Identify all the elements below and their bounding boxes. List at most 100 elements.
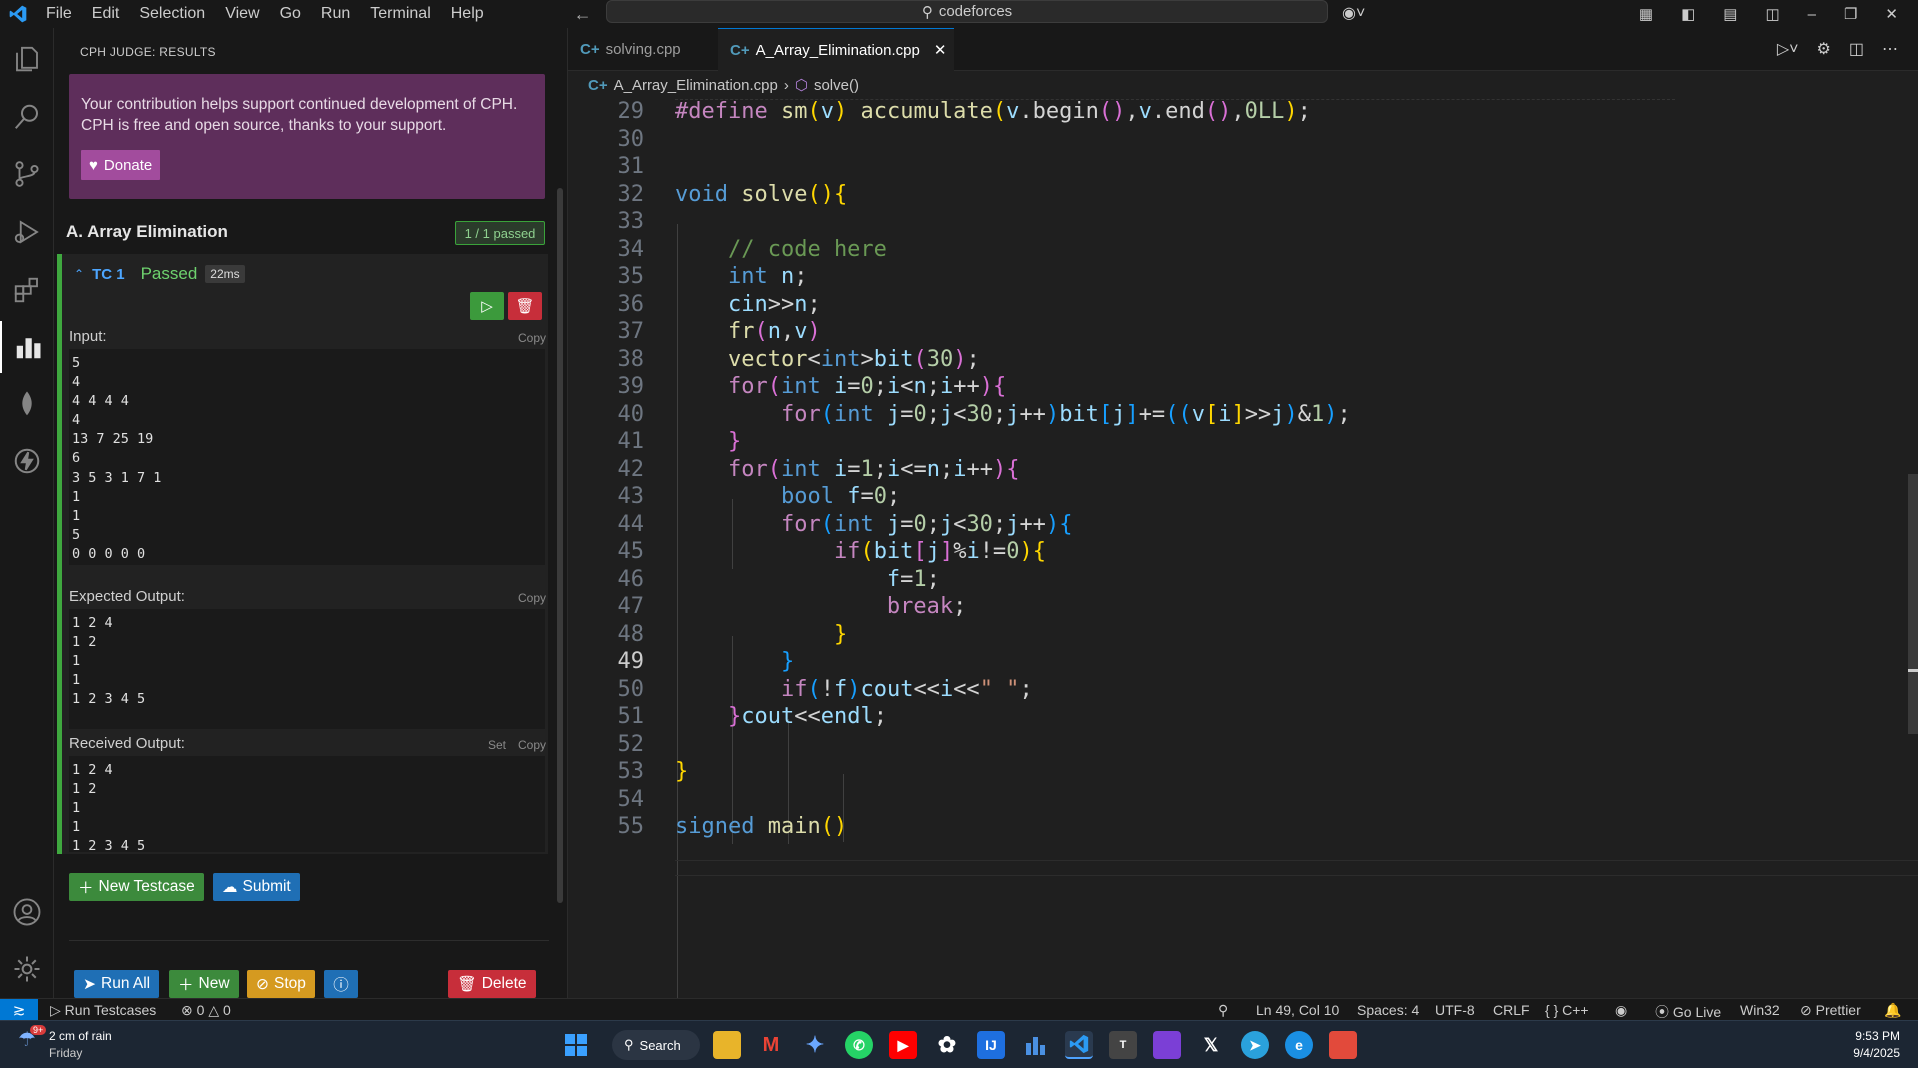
language-mode[interactable]: { } C++ [1545, 1002, 1589, 1018]
info-button[interactable]: ⓘ [324, 970, 358, 998]
youtube-icon[interactable]: ▶ [889, 1031, 917, 1059]
cph-judge-icon[interactable] [0, 321, 54, 373]
remote-indicator-icon[interactable]: ≳ [0, 999, 38, 1021]
layout-customize-icon[interactable]: ▦ [1639, 5, 1653, 23]
prettier-status[interactable]: ⊘ Prettier [1800, 1002, 1861, 1019]
line-number[interactable]: 29 [568, 99, 645, 124]
windows-start-icon[interactable] [562, 1031, 590, 1059]
line-number[interactable]: 54 [568, 787, 645, 812]
snipping-tool-icon[interactable] [1329, 1031, 1357, 1059]
chatgpt-icon[interactable]: ✿ [933, 1031, 961, 1059]
menu-view[interactable]: View [215, 5, 269, 22]
menu-run[interactable]: Run [311, 5, 360, 22]
whatsapp-icon[interactable]: ✆ [845, 1031, 873, 1059]
line-number[interactable]: 34 [568, 237, 645, 262]
code-line[interactable]: if(!f)cout<<i<<" "; [675, 677, 1033, 702]
copy-input-button[interactable]: Copy [518, 331, 546, 345]
code-line[interactable]: bool f=0; [675, 484, 900, 509]
stop-button[interactable]: ⊘ Stop [247, 970, 315, 998]
line-number[interactable]: 39 [568, 374, 645, 399]
cursor-position[interactable]: Ln 49, Col 10 [1256, 1002, 1339, 1018]
thunder-client-icon[interactable] [0, 435, 54, 487]
code-line[interactable]: void solve(){ [675, 182, 847, 207]
line-number[interactable]: 38 [568, 347, 645, 372]
breadcrumb-symbol[interactable]: solve() [814, 77, 859, 94]
tab-a-array-elimination[interactable]: C+ A_Array_Elimination.cpp ✕ [718, 28, 954, 71]
tab-solving-cpp[interactable]: C+ solving.cpp [568, 28, 716, 71]
line-number[interactable]: 52 [568, 732, 645, 757]
clipchamp-icon[interactable] [1153, 1031, 1181, 1059]
code-line[interactable]: }cout<<endl; [675, 704, 887, 729]
edge-icon[interactable]: e [1285, 1031, 1313, 1059]
copy-expected-button[interactable]: Copy [518, 591, 546, 605]
taskbar-search[interactable]: ⚲ Search [612, 1030, 700, 1060]
gmail-icon[interactable]: M [757, 1031, 785, 1059]
editor-scrollbar[interactable] [1908, 474, 1918, 734]
problems-status[interactable]: ⊗ 0 △ 0 [181, 1002, 231, 1019]
menu-go[interactable]: Go [270, 5, 311, 22]
jetbrains-icon[interactable]: IJ [977, 1031, 1005, 1059]
menu-terminal[interactable]: Terminal [360, 5, 440, 22]
copy-received-button[interactable]: Copy [518, 738, 546, 752]
code-line[interactable]: } [675, 649, 794, 674]
code-line[interactable]: signed main() [675, 814, 847, 839]
split-editor-icon[interactable]: ◫ [1849, 39, 1864, 59]
code-line[interactable]: for(int j=0;j<30;j++){ [675, 512, 1072, 537]
menu-selection[interactable]: Selection [129, 5, 215, 22]
toggle-secondary-sidebar-icon[interactable]: ◫ [1765, 5, 1779, 23]
settings-gear-icon[interactable]: ⚙ [1817, 39, 1831, 59]
line-number[interactable]: 55 [568, 814, 645, 839]
code-line[interactable]: } [675, 622, 847, 647]
line-number[interactable]: 44 [568, 512, 645, 537]
line-number[interactable]: 40 [568, 402, 645, 427]
code-line[interactable]: vector<int>bit(30); [675, 347, 980, 372]
line-number[interactable]: 43 [568, 484, 645, 509]
indentation[interactable]: Spaces: 4 [1357, 1002, 1419, 1018]
explorer-icon[interactable] [0, 33, 54, 85]
run-testcases-status[interactable]: ▷ Run Testcases [50, 1002, 156, 1019]
line-number[interactable]: 51 [568, 704, 645, 729]
line-number[interactable]: 37 [568, 319, 645, 344]
testcase-header[interactable]: ⌃ TC 1 Passed 22ms [74, 264, 245, 284]
line-number[interactable]: 50 [568, 677, 645, 702]
search-view-icon[interactable] [0, 91, 54, 143]
line-number[interactable]: 32 [568, 182, 645, 207]
notifications-bell-icon[interactable]: 🔔 [1884, 1002, 1901, 1019]
new-button[interactable]: ＋ New [169, 970, 239, 998]
toggle-sidebar-icon[interactable]: ◧ [1681, 5, 1695, 23]
set-received-button[interactable]: Set [488, 738, 506, 752]
line-number[interactable]: 46 [568, 567, 645, 592]
weather-text[interactable]: 2 cm of rain [49, 1029, 112, 1043]
accounts-icon[interactable] [0, 886, 54, 938]
line-number[interactable]: 33 [568, 209, 645, 234]
manage-gear-icon[interactable] [0, 943, 54, 995]
line-number[interactable]: 47 [568, 594, 645, 619]
source-control-icon[interactable] [0, 148, 54, 200]
x-twitter-icon[interactable]: 𝕏 [1197, 1031, 1225, 1059]
expected-output-textarea[interactable]: 1 2 4 1 2 1 1 1 2 3 4 5 [69, 609, 545, 729]
typora-icon[interactable]: T [1109, 1031, 1137, 1059]
line-number[interactable]: 31 [568, 154, 645, 179]
input-textarea[interactable]: 5 4 4 4 4 4 4 13 7 25 19 6 3 5 3 1 7 1 1… [69, 349, 545, 565]
sidebar-scrollbar[interactable] [557, 188, 563, 903]
code-line[interactable]: cin>>n; [675, 292, 821, 317]
charts-app-icon[interactable] [1021, 1031, 1049, 1059]
line-ending[interactable]: CRLF [1493, 1002, 1530, 1018]
line-number[interactable]: 49 [568, 649, 645, 674]
back-arrow-icon[interactable]: ← [574, 4, 606, 24]
extensions-icon[interactable] [0, 264, 54, 316]
menu-edit[interactable]: Edit [82, 5, 130, 22]
submit-button[interactable]: ☁ Submit [213, 873, 300, 901]
code-line[interactable]: #define sm(v) accumulate(v.begin(),v.end… [675, 99, 1311, 124]
more-actions-icon[interactable]: ⋯ [1882, 39, 1898, 59]
toggle-panel-icon[interactable]: ▤ [1723, 5, 1737, 23]
code-line[interactable]: } [675, 429, 741, 454]
run-all-button[interactable]: ➤ Run All [74, 970, 160, 998]
code-line[interactable]: for(int i=1;i<=n;i++){ [675, 457, 1019, 482]
code-line[interactable]: for(int j=0;j<30;j++)bit[j]+=((v[i]>>j)&… [675, 402, 1351, 427]
line-number[interactable]: 36 [568, 292, 645, 317]
close-window-icon[interactable]: ✕ [1885, 5, 1898, 23]
line-number[interactable]: 35 [568, 264, 645, 289]
delete-testcase-button[interactable]: 🗑 [508, 292, 542, 320]
restore-icon[interactable]: ❐ [1844, 5, 1857, 23]
